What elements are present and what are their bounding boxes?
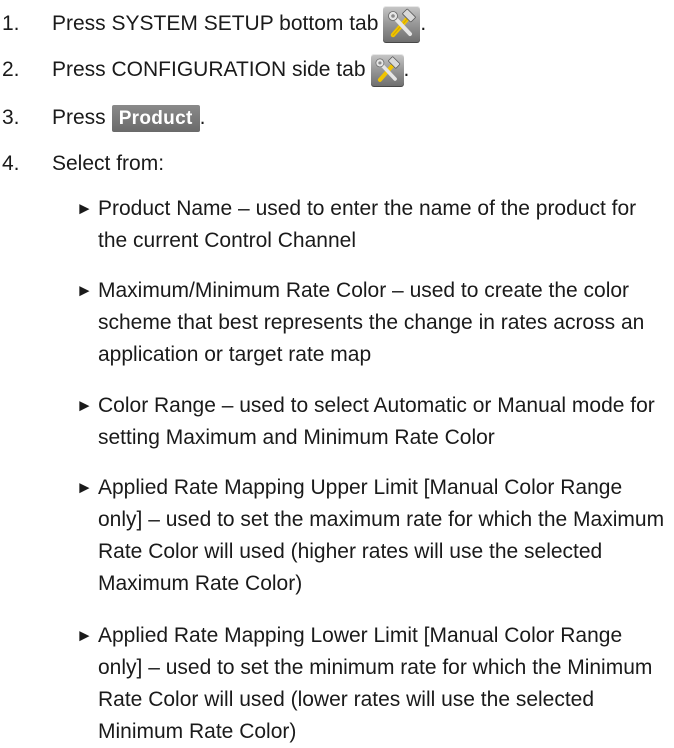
step-4: 4. Select from:: [0, 142, 164, 186]
step-suffix: .: [403, 58, 410, 81]
bullet-text: Applied Rate Mapping Lower Limit [Manual…: [98, 624, 653, 743]
bullet-arrow-icon: ►: [76, 199, 93, 218]
bullet-arrow-icon: ►: [76, 478, 93, 497]
bullet-text: Product Name – used to enter the name of…: [98, 197, 637, 252]
step-text: Press CONFIGURATION side tab: [52, 58, 366, 81]
list-item: ► Color Range – used to select Automatic…: [76, 390, 666, 454]
step-number: 3.: [2, 106, 20, 129]
list-item: ► Applied Rate Mapping Lower Limit [Manu…: [76, 620, 666, 748]
list-item: ► Product Name – used to enter the name …: [76, 193, 666, 257]
step-2: 2. Press CONFIGURATION side tab .: [0, 48, 409, 92]
step-1: 1. Press SYSTEM SETUP bottom tab .: [0, 2, 426, 46]
step-suffix: .: [199, 106, 206, 129]
list-item: ► Maximum/Minimum Rate Color – used to c…: [76, 275, 666, 371]
step-number: 2.: [2, 58, 20, 81]
bullet-arrow-icon: ►: [76, 396, 93, 415]
step-number: 4.: [2, 152, 20, 175]
product-button[interactable]: Product: [111, 104, 200, 132]
step-3: 3. Press Product .: [0, 96, 205, 140]
bullet-text: Maximum/Minimum Rate Color – used to cre…: [98, 279, 645, 366]
step-text: Press SYSTEM SETUP bottom tab: [52, 12, 379, 35]
step-suffix: .: [420, 12, 427, 35]
bullet-arrow-icon: ►: [76, 281, 93, 300]
step-text: Select from:: [52, 152, 165, 175]
bullet-text: Color Range – used to select Automatic o…: [98, 394, 655, 449]
step-text: Press: [52, 106, 106, 129]
bullet-arrow-icon: ►: [76, 626, 93, 645]
bullet-text: Applied Rate Mapping Upper Limit [Manual…: [98, 476, 665, 595]
wrench-hammer-icon: [370, 53, 404, 87]
list-item: ► Applied Rate Mapping Upper Limit [Manu…: [76, 472, 666, 600]
step-number: 1.: [2, 12, 20, 35]
wrench-hammer-icon: [383, 5, 421, 43]
